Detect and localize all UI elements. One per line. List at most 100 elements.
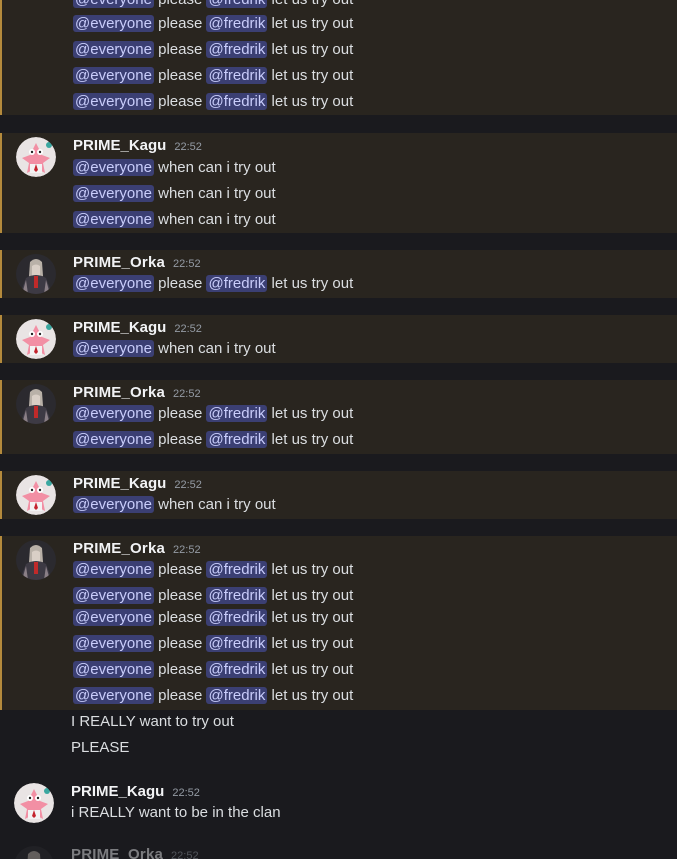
mention-fredrik[interactable]: @fredrik: [206, 41, 268, 58]
message-line[interactable]: @everyone please @fredrik let us try out: [73, 0, 353, 12]
message-line[interactable]: @everyone when can i try out: [73, 210, 276, 232]
message-line[interactable]: @everyone please @fredrik let us try out: [73, 66, 353, 88]
message-line[interactable]: @everyone when can i try out: [73, 158, 276, 180]
message-text: please: [153, 41, 207, 58]
patrick-star-avatar-icon[interactable]: [16, 475, 56, 515]
mention-everyone[interactable]: @everyone: [73, 41, 154, 58]
message-text: let us try out: [267, 0, 354, 8]
message-header: PRIME_Orka 22:52: [71, 846, 199, 859]
dark-warrior-avatar-icon[interactable]: [16, 384, 56, 424]
mention-fredrik[interactable]: @fredrik: [206, 0, 268, 8]
message-text: let us try out: [267, 635, 354, 652]
message-text: please: [153, 405, 207, 422]
dark-warrior-avatar-icon[interactable]: [16, 254, 56, 294]
message-line[interactable]: @everyone please @fredrik let us try out: [73, 40, 353, 62]
mention-everyone[interactable]: @everyone: [73, 405, 154, 422]
message-line[interactable]: I REALLY want to try out: [71, 712, 234, 734]
message-text: please: [153, 275, 207, 292]
mention-everyone[interactable]: @everyone: [73, 431, 154, 448]
username[interactable]: PRIME_Kagu: [73, 137, 166, 154]
mention-everyone[interactable]: @everyone: [73, 340, 154, 357]
message-header: PRIME_Kagu 22:52: [73, 475, 202, 493]
patrick-star-avatar-icon[interactable]: [16, 137, 56, 177]
message-text: let us try out: [267, 431, 354, 448]
mention-fredrik[interactable]: @fredrik: [206, 431, 268, 448]
message-line[interactable]: @everyone please @fredrik let us try out: [73, 660, 353, 682]
message-text: let us try out: [267, 93, 354, 110]
message-line[interactable]: @everyone please @fredrik let us try out: [73, 634, 353, 656]
message-line[interactable]: @everyone please @fredrik let us try out: [73, 14, 353, 36]
message-line[interactable]: @everyone please @fredrik let us try out: [73, 686, 353, 708]
message-line[interactable]: @everyone please @fredrik let us try out: [73, 586, 353, 608]
mention-fredrik[interactable]: @fredrik: [206, 687, 268, 704]
message-text: please: [153, 635, 207, 652]
message-line[interactable]: @everyone please @fredrik let us try out: [73, 274, 353, 296]
username[interactable]: PRIME_Orka: [73, 384, 165, 401]
mention-fredrik[interactable]: @fredrik: [206, 661, 268, 678]
mention-everyone[interactable]: @everyone: [73, 275, 154, 292]
message-group: PRIME_Kagu 22:52 @everyone when can i try…: [0, 315, 677, 363]
mention-everyone[interactable]: @everyone: [73, 185, 154, 202]
mention-everyone[interactable]: @everyone: [73, 687, 154, 704]
mention-everyone[interactable]: @everyone: [73, 587, 154, 604]
username[interactable]: PRIME_Orka: [71, 846, 163, 859]
message-text: let us try out: [267, 587, 354, 604]
message-text: let us try out: [267, 687, 354, 704]
message-line[interactable]: @everyone when can i try out: [73, 495, 276, 517]
dark-warrior-avatar-icon[interactable]: [14, 846, 54, 859]
patrick-star-avatar-icon[interactable]: [16, 319, 56, 359]
mention-fredrik[interactable]: @fredrik: [206, 67, 268, 84]
mention-everyone[interactable]: @everyone: [73, 609, 154, 626]
message-line[interactable]: @everyone please @fredrik let us try out: [73, 430, 353, 452]
message-text: let us try out: [267, 561, 354, 578]
mention-everyone[interactable]: @everyone: [73, 67, 154, 84]
mention-fredrik[interactable]: @fredrik: [206, 635, 268, 652]
mention-everyone[interactable]: @everyone: [73, 159, 154, 176]
username[interactable]: PRIME_Kagu: [71, 783, 164, 800]
mention-everyone[interactable]: @everyone: [73, 93, 154, 110]
message-header: PRIME_Orka 22:52: [73, 384, 201, 402]
message-line[interactable]: @everyone when can i try out: [73, 184, 276, 206]
dark-warrior-avatar-icon[interactable]: [16, 540, 56, 580]
patrick-star-avatar-icon[interactable]: [14, 783, 54, 823]
message-line[interactable]: @everyone please @fredrik let us try out: [73, 560, 353, 582]
timestamp[interactable]: 22:52: [173, 544, 201, 556]
mention-everyone[interactable]: @everyone: [73, 211, 154, 228]
message-line[interactable]: @everyone when can i try out: [73, 339, 276, 361]
message-line[interactable]: @everyone please @fredrik let us try out: [73, 404, 353, 426]
message-text: let us try out: [267, 609, 354, 626]
timestamp[interactable]: 22:52: [173, 388, 201, 400]
message-line[interactable]: i REALLY want to be in the clan: [71, 803, 281, 825]
mention-everyone[interactable]: @everyone: [73, 635, 154, 652]
mention-fredrik[interactable]: @fredrik: [206, 561, 268, 578]
username[interactable]: PRIME_Kagu: [73, 475, 166, 492]
message-text: let us try out: [267, 41, 354, 58]
mention-fredrik[interactable]: @fredrik: [206, 405, 268, 422]
timestamp[interactable]: 22:52: [173, 258, 201, 270]
message-line[interactable]: PLEASE: [71, 738, 129, 760]
mention-fredrik[interactable]: @fredrik: [206, 275, 268, 292]
timestamp[interactable]: 22:52: [171, 850, 199, 859]
username[interactable]: PRIME_Kagu: [73, 319, 166, 336]
username[interactable]: PRIME_Orka: [73, 254, 165, 271]
mention-fredrik[interactable]: @fredrik: [206, 15, 268, 32]
mention-everyone[interactable]: @everyone: [73, 0, 154, 8]
mention-everyone[interactable]: @everyone: [73, 15, 154, 32]
chat-messages[interactable]: @everyone please @fredrik let us try out…: [0, 0, 677, 859]
message-line[interactable]: @everyone please @fredrik let us try out: [73, 92, 353, 114]
mention-fredrik[interactable]: @fredrik: [206, 93, 268, 110]
timestamp[interactable]: 22:52: [174, 323, 202, 335]
timestamp[interactable]: 22:52: [172, 787, 200, 799]
message-header: PRIME_Kagu 22:52: [73, 137, 202, 155]
message-line[interactable]: @everyone please @fredrik let us try out: [73, 608, 353, 630]
mention-everyone[interactable]: @everyone: [73, 561, 154, 578]
mention-fredrik[interactable]: @fredrik: [206, 587, 268, 604]
message-text: please: [153, 67, 207, 84]
message-group: PRIME_Kagu 22:52 @everyone when can i try…: [0, 133, 677, 233]
mention-everyone[interactable]: @everyone: [73, 661, 154, 678]
mention-everyone[interactable]: @everyone: [73, 496, 154, 513]
username[interactable]: PRIME_Orka: [73, 540, 165, 557]
timestamp[interactable]: 22:52: [174, 141, 202, 153]
timestamp[interactable]: 22:52: [174, 479, 202, 491]
mention-fredrik[interactable]: @fredrik: [206, 609, 268, 626]
